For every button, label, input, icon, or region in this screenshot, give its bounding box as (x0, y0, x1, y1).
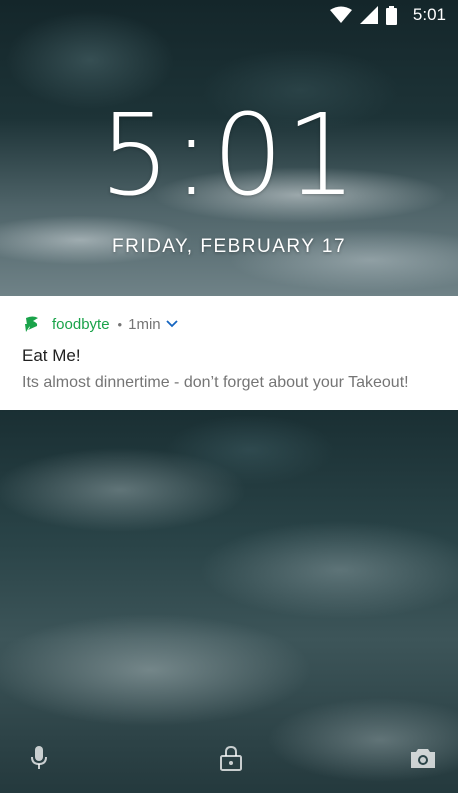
status-bar: 5:01 (0, 0, 458, 30)
lock-clock: 5:01 (99, 91, 359, 221)
chevron-down-icon[interactable] (165, 315, 178, 333)
battery-icon (385, 5, 397, 25)
lock-screen: 5:01 5:01 FRIDAY, FEBRUARY 17 foodbyte •… (0, 0, 458, 793)
notification-header: foodbyte • 1min (22, 314, 458, 334)
notification-body: Its almost dinnertime - don’t forget abo… (22, 374, 409, 391)
wallpaper-bottom (0, 410, 458, 793)
status-time: 5:01 (412, 5, 446, 24)
notification-time: 1min (128, 315, 161, 333)
notification-separator: • (117, 316, 123, 332)
foodbyte-logo-icon (22, 314, 42, 334)
notification-card[interactable]: foodbyte • 1min Eat Me! Its almost dinne… (0, 296, 458, 410)
notification-app-name: foodbyte (52, 315, 110, 333)
camera-icon[interactable] (406, 741, 440, 775)
notification-title: Eat Me! (22, 346, 81, 365)
lock-shortcuts (0, 741, 458, 775)
lock-date: FRIDAY, FEBRUARY 17 (111, 236, 347, 257)
cell-signal-icon (359, 6, 378, 24)
wifi-icon (329, 6, 352, 24)
microphone-icon[interactable] (22, 741, 56, 775)
lock-icon[interactable] (214, 741, 248, 775)
